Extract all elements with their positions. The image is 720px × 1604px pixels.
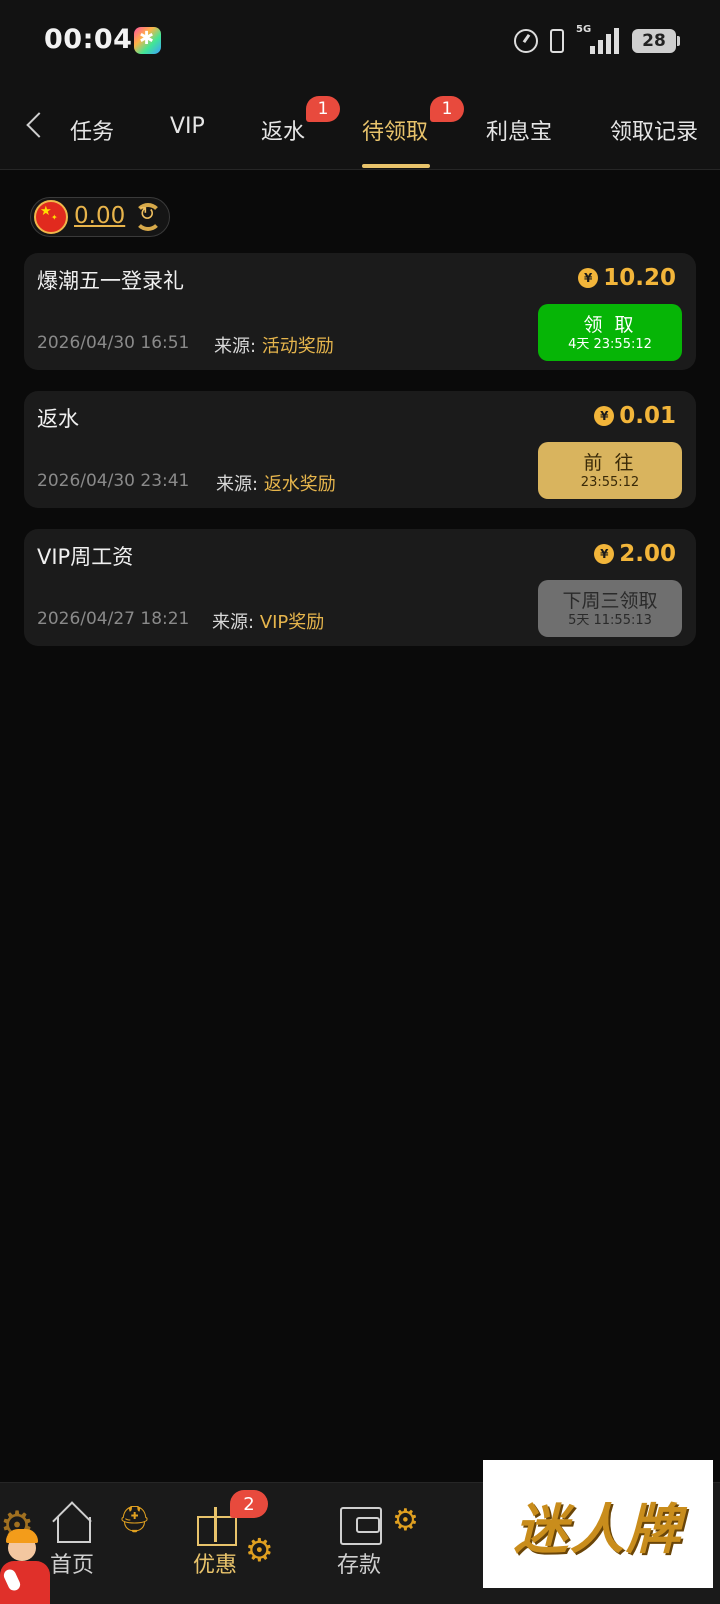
status-icons: 5G 28 bbox=[514, 24, 680, 56]
coin-icon: ¥ bbox=[594, 406, 615, 426]
nav-deposit-label: 存款 bbox=[336, 1553, 381, 1578]
reward-card: 返水 ¥ 0.01 2026/04/30 23:41 来源: 返水奖励 前 往 … bbox=[24, 391, 696, 508]
reward-amount: ¥ 2.00 bbox=[594, 541, 676, 567]
reward-title: 爆潮五一登录礼 bbox=[37, 269, 184, 293]
reward-source-value: 活动奖励 bbox=[261, 336, 334, 357]
reward-source-value: VIP奖励 bbox=[259, 612, 325, 633]
tab-interest[interactable]: 利息宝 bbox=[486, 114, 552, 146]
reward-amount-value: 0.01 bbox=[619, 403, 676, 429]
home-icon bbox=[51, 1503, 93, 1543]
active-tab-indicator bbox=[362, 164, 430, 168]
tab-rebate-badge: 1 bbox=[306, 96, 340, 122]
status-bar: 00:04 5G 28 bbox=[0, 0, 720, 84]
go-button-label: 前 往 bbox=[583, 451, 637, 474]
reward-source-label: 来源: bbox=[214, 336, 257, 357]
tab-vip[interactable]: VIP bbox=[170, 114, 205, 139]
reward-date: 2026/04/30 16:51 bbox=[37, 333, 190, 353]
tab-bar: 任务 VIP 返水 1 待领取 1 利息宝 领取记录 bbox=[0, 84, 720, 170]
refresh-icon[interactable] bbox=[134, 203, 162, 231]
reward-source-value: 返水奖励 bbox=[263, 474, 336, 495]
claim-button[interactable]: 领 取 4天 23:55:12 bbox=[538, 304, 682, 361]
reward-card: VIP周工资 ¥ 2.00 2026/04/27 18:21 来源: VIP奖励… bbox=[24, 529, 696, 646]
mascot-character[interactable] bbox=[0, 1525, 50, 1604]
reward-amount: ¥ 10.20 bbox=[578, 265, 676, 291]
tab-pending[interactable]: 待领取 bbox=[362, 114, 428, 146]
tab-claim-history[interactable]: 领取记录 bbox=[610, 114, 698, 146]
go-button-countdown: 23:55:12 bbox=[580, 474, 640, 490]
claim-next-wednesday-countdown: 5天 11:55:13 bbox=[568, 612, 652, 628]
nav-deposit[interactable]: 存款 bbox=[314, 1503, 404, 1579]
coin-icon: ¥ bbox=[594, 544, 615, 564]
watermark-logo-text: 迷人牌 bbox=[514, 1496, 682, 1561]
watermark-logo: 迷人牌 bbox=[483, 1460, 713, 1588]
tab-pending-badge: 1 bbox=[430, 96, 464, 122]
reward-source: 来源: 活动奖励 bbox=[214, 332, 334, 358]
wallet-icon bbox=[338, 1503, 382, 1545]
reward-title: 返水 bbox=[37, 407, 79, 431]
reward-amount-value: 10.20 bbox=[603, 265, 676, 291]
tab-rebate[interactable]: 返水 bbox=[261, 114, 305, 146]
tab-tasks[interactable]: 任务 bbox=[70, 114, 114, 146]
signal-icon: 5G bbox=[576, 24, 620, 54]
app-notification-icon bbox=[134, 27, 161, 54]
status-time: 00:04 bbox=[44, 24, 133, 55]
battery-icon: 28 bbox=[632, 29, 680, 53]
balance-amount[interactable]: 0.00 bbox=[74, 203, 125, 229]
promotions-badge: 2 bbox=[230, 1490, 268, 1518]
claim-button-label: 领 取 bbox=[583, 313, 637, 336]
reward-source: 来源: 返水奖励 bbox=[216, 470, 336, 496]
reward-title: VIP周工资 bbox=[37, 545, 134, 569]
vibrate-icon bbox=[550, 29, 564, 53]
balance-pill: 0.00 bbox=[30, 197, 170, 237]
reward-card: 爆潮五一登录礼 ¥ 10.20 2026/04/30 16:51 来源: 活动奖… bbox=[24, 253, 696, 370]
claim-next-wednesday-label: 下周三领取 bbox=[562, 589, 658, 612]
reward-date: 2026/04/27 18:21 bbox=[37, 609, 190, 629]
reward-source-label: 来源: bbox=[216, 474, 259, 495]
gear-icon: ⚙ bbox=[392, 1503, 419, 1538]
claim-next-wednesday-button[interactable]: 下周三领取 5天 11:55:13 bbox=[538, 580, 682, 637]
reward-amount: ¥ 0.01 bbox=[594, 403, 676, 429]
go-button[interactable]: 前 往 23:55:12 bbox=[538, 442, 682, 499]
back-arrow-icon[interactable] bbox=[20, 106, 50, 146]
reward-source-label: 来源: bbox=[212, 612, 255, 633]
reward-source: 来源: VIP奖励 bbox=[212, 608, 324, 634]
speedometer-icon bbox=[514, 29, 538, 53]
gear-icon: ⚙ bbox=[245, 1531, 274, 1569]
network-type: 5G bbox=[576, 24, 592, 35]
reward-date: 2026/04/30 23:41 bbox=[37, 471, 190, 491]
claim-button-countdown: 4天 23:55:12 bbox=[568, 336, 652, 352]
hardhat-icon: ⛑ bbox=[118, 1505, 152, 1535]
coin-icon: ¥ bbox=[578, 268, 599, 288]
reward-amount-value: 2.00 bbox=[619, 541, 676, 567]
china-flag-icon bbox=[34, 200, 68, 234]
